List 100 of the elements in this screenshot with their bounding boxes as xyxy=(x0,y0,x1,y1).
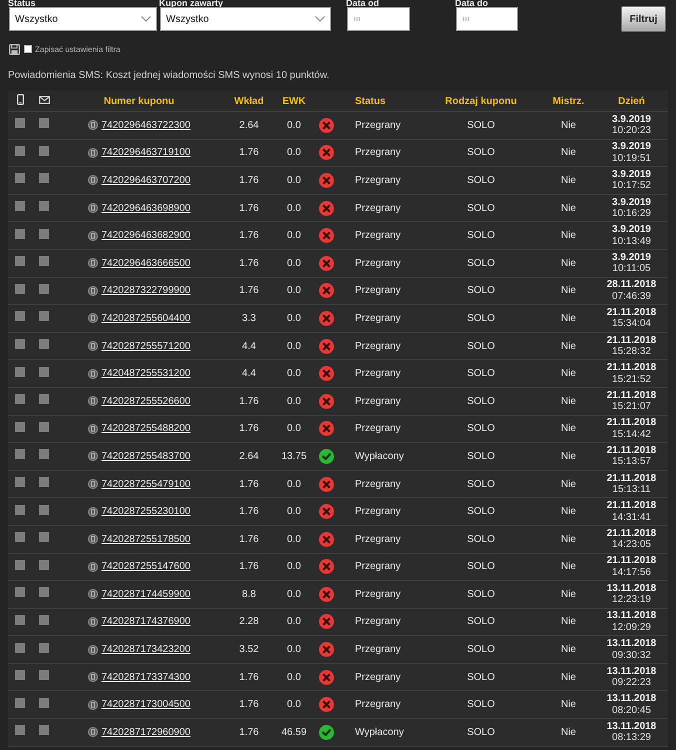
email-checkbox[interactable] xyxy=(39,670,49,680)
email-checkbox[interactable] xyxy=(39,614,49,625)
email-checkbox[interactable] xyxy=(39,587,49,598)
date-text: 21.11.2018 xyxy=(606,472,656,484)
ewk-text: 0.0 xyxy=(287,258,301,269)
email-checkbox[interactable] xyxy=(39,642,49,653)
email-checkbox[interactable] xyxy=(39,146,49,156)
coupon-number-link[interactable]: 7420287322799900 xyxy=(102,285,190,296)
sms-checkbox[interactable] xyxy=(15,366,25,377)
sms-checkbox[interactable] xyxy=(15,698,25,708)
email-checkbox[interactable] xyxy=(39,228,49,239)
sms-checkbox[interactable] xyxy=(15,173,25,184)
coupon-type-text: SOLO xyxy=(467,396,495,407)
coupon-number-link[interactable]: 7420287255147600 xyxy=(102,561,190,572)
coupon-number-link[interactable]: 7420296463666500 xyxy=(102,258,190,269)
coupon-number-link[interactable]: 7420287255479100 xyxy=(102,478,190,490)
sms-checkbox[interactable] xyxy=(15,670,25,680)
coupon-number-link[interactable]: 7420287255488200 xyxy=(102,423,190,434)
sms-checkbox[interactable] xyxy=(15,642,25,653)
coupon-number-link[interactable]: 7420296463707200 xyxy=(102,174,190,186)
filter-button[interactable]: Filtruj xyxy=(621,6,666,32)
coupon-number-link[interactable]: 7420287173374300 xyxy=(102,672,190,683)
document-icon xyxy=(88,479,98,490)
email-checkbox[interactable] xyxy=(39,394,49,404)
coupon-number-link[interactable]: 7420296463722300 xyxy=(102,120,190,131)
status-text: Przegrany xyxy=(355,478,401,490)
document-icon xyxy=(88,120,98,130)
coupon-number-link[interactable]: 7420287174376900 xyxy=(102,616,190,628)
sms-checkbox[interactable] xyxy=(15,311,25,322)
coupon-number-link[interactable]: 7420287255571200 xyxy=(102,340,190,352)
champion-text: Nie xyxy=(560,450,576,462)
coupon-type-text: SOLO xyxy=(467,534,495,545)
coupon-number-link[interactable]: 7420287255230100 xyxy=(102,506,190,518)
sms-checkbox[interactable] xyxy=(15,614,25,625)
date-from-field[interactable] xyxy=(347,7,410,31)
coupon-type-select[interactable]: Wszystko xyxy=(160,7,331,31)
date-text: 21.11.2018 xyxy=(606,390,656,402)
stake-text: 1.76 xyxy=(239,202,259,214)
coupon-number-link[interactable]: 7420287255483700 xyxy=(102,450,190,462)
email-checkbox[interactable] xyxy=(39,284,49,294)
email-checkbox[interactable] xyxy=(39,449,49,460)
email-checkbox[interactable] xyxy=(39,173,49,184)
coupon-number-link[interactable]: 7420287255526600 xyxy=(102,396,190,407)
sms-checkbox[interactable] xyxy=(15,449,25,460)
status-text: Przegrany xyxy=(355,423,401,434)
email-checkbox[interactable] xyxy=(39,118,49,128)
date-to-field[interactable] xyxy=(456,7,518,31)
champion-text: Nie xyxy=(560,312,576,324)
save-settings-checkbox[interactable] xyxy=(24,45,32,53)
status-text: Wypłacony xyxy=(355,726,404,738)
coupon-number-link[interactable]: 7420287173423200 xyxy=(102,644,190,656)
sms-checkbox[interactable] xyxy=(15,201,25,212)
status-select[interactable]: Wszystko xyxy=(9,7,157,31)
coupon-number-link[interactable]: 7420287173004500 xyxy=(102,699,190,710)
document-icon xyxy=(88,396,98,406)
document-icon xyxy=(88,341,98,352)
sms-checkbox[interactable] xyxy=(15,422,25,432)
sms-checkbox[interactable] xyxy=(15,284,25,294)
coupon-number-link[interactable]: 7420487255531200 xyxy=(102,368,190,380)
coupon-number-link[interactable]: 7420296463682900 xyxy=(102,230,190,242)
email-checkbox[interactable] xyxy=(39,504,49,515)
coupon-type-text: SOLO xyxy=(467,616,495,628)
coupon-number-link[interactable]: 7420287255604400 xyxy=(102,312,190,324)
coupon-number-link[interactable]: 7420287174459900 xyxy=(102,588,190,600)
sms-checkbox[interactable] xyxy=(15,532,25,542)
email-checkbox[interactable] xyxy=(39,256,49,266)
sms-checkbox[interactable] xyxy=(15,587,25,598)
sms-checkbox[interactable] xyxy=(15,560,25,570)
email-checkbox[interactable] xyxy=(39,477,49,488)
status-text: Przegrany xyxy=(355,368,401,380)
sms-checkbox[interactable] xyxy=(15,504,25,515)
coupon-number-link[interactable]: 7420296463698900 xyxy=(102,202,190,214)
email-checkbox[interactable] xyxy=(39,560,49,570)
email-checkbox[interactable] xyxy=(39,698,49,708)
sms-checkbox[interactable] xyxy=(15,339,25,350)
stake-text: 2.64 xyxy=(239,450,259,462)
coupon-number-link[interactable]: 7420296463719100 xyxy=(102,147,190,158)
sms-checkbox[interactable] xyxy=(15,477,25,488)
email-checkbox[interactable] xyxy=(39,422,49,432)
email-checkbox[interactable] xyxy=(39,339,49,350)
sms-checkbox[interactable] xyxy=(15,394,25,404)
sms-checkbox[interactable] xyxy=(15,118,25,128)
email-checkbox[interactable] xyxy=(39,311,49,322)
coupon-number-link[interactable]: 7420287255178500 xyxy=(102,534,190,545)
sms-checkbox[interactable] xyxy=(15,146,25,156)
email-checkbox[interactable] xyxy=(39,532,49,542)
champion-text: Nie xyxy=(560,120,576,131)
sms-checkbox[interactable] xyxy=(15,256,25,266)
sms-checkbox[interactable] xyxy=(15,725,25,736)
stake-text: 8.8 xyxy=(242,588,256,600)
status-text: Przegrany xyxy=(355,699,401,710)
email-checkbox[interactable] xyxy=(39,201,49,212)
chevron-down-icon xyxy=(315,16,325,22)
coupon-number-link[interactable]: 7420287172960900 xyxy=(102,726,190,738)
stake-text: 2.64 xyxy=(239,120,259,131)
document-icon xyxy=(88,175,98,186)
email-checkbox[interactable] xyxy=(39,725,49,736)
sms-checkbox[interactable] xyxy=(15,228,25,239)
champion-text: Nie xyxy=(560,230,576,242)
email-checkbox[interactable] xyxy=(39,366,49,377)
